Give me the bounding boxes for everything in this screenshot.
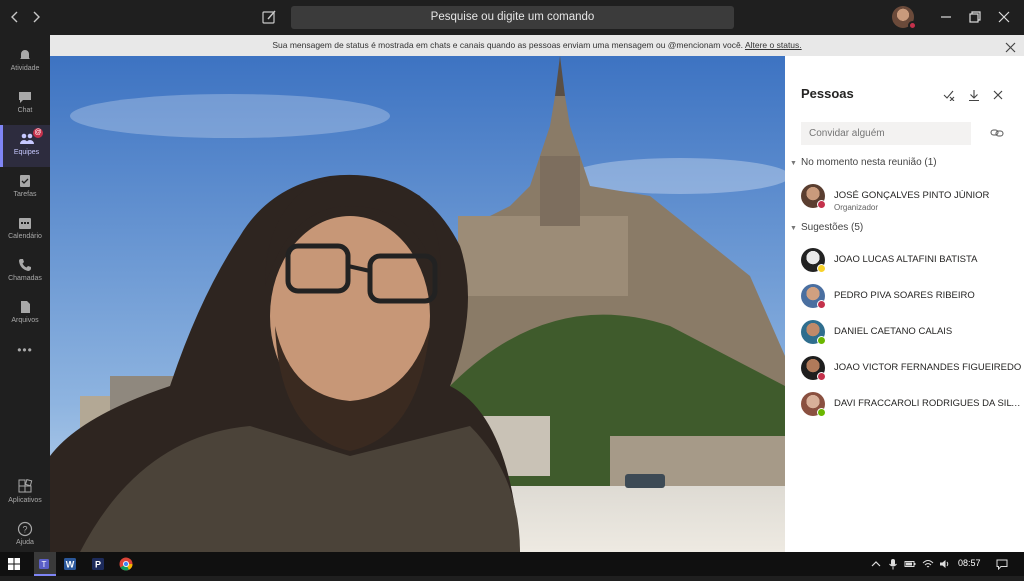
tasks-icon bbox=[20, 175, 30, 187]
suggestions-section-header[interactable]: ▼ Sugestões (5) bbox=[790, 222, 863, 233]
apps-grid-icon bbox=[18, 479, 33, 493]
word-icon[interactable]: W bbox=[62, 556, 78, 572]
camera-background-image bbox=[50, 56, 785, 552]
participant-name: PEDRO PIVA SOARES RIBEIRO bbox=[834, 290, 975, 301]
chat-icon bbox=[19, 92, 31, 103]
busy-status-dot bbox=[817, 200, 826, 209]
notifications-icon[interactable] bbox=[996, 558, 1008, 571]
mention-badge: @ bbox=[33, 128, 43, 138]
participant-role: Organizador bbox=[834, 203, 879, 212]
taskbar-clock[interactable]: 08:57 bbox=[958, 558, 981, 568]
participant-name: JOSÉ GONÇALVES PINTO JÚNIOR bbox=[834, 190, 990, 201]
rail-label: Aplicativos bbox=[8, 497, 42, 504]
rail-label: Chat bbox=[17, 107, 33, 114]
close-panel-icon[interactable] bbox=[992, 88, 1004, 100]
back-arrow-icon[interactable] bbox=[6, 8, 24, 26]
bell-icon bbox=[20, 50, 30, 60]
os-taskbar: T W P 08:57 bbox=[0, 552, 1024, 576]
svg-text:T: T bbox=[42, 560, 47, 569]
participant-name: JOAO LUCAS ALTAFINI BATISTA bbox=[834, 254, 978, 265]
suggestion-row[interactable]: PEDRO PIVA SOARES RIBEIRO bbox=[801, 284, 1021, 312]
section-label: Sugestões (5) bbox=[801, 222, 864, 233]
new-chat-compose-icon[interactable] bbox=[260, 8, 278, 26]
people-panel: Pessoas ▼ No momento nesta reunião (1) JO… bbox=[785, 56, 1024, 552]
chevron-up-icon[interactable] bbox=[870, 558, 882, 570]
suggestion-row[interactable]: JOAO LUCAS ALTAFINI BATISTA bbox=[801, 248, 1021, 276]
svg-text:?: ? bbox=[22, 525, 27, 535]
rail-label: Ajuda bbox=[16, 539, 34, 546]
rail-label: Calendário bbox=[8, 233, 42, 240]
close-window-icon[interactable] bbox=[996, 9, 1012, 25]
rail-tasks[interactable]: Tarefas bbox=[0, 167, 50, 209]
share-invite-link-icon[interactable] bbox=[990, 126, 1004, 140]
participant-name: DAVI FRACCAROLI RODRIGUES DA SILVA bbox=[834, 398, 1022, 409]
chevron-down-icon: ▼ bbox=[790, 160, 797, 167]
mute-all-icon[interactable] bbox=[943, 88, 955, 102]
more-apps-ellipsis[interactable]: ••• bbox=[0, 335, 50, 377]
in-meeting-section-header[interactable]: ▼ No momento nesta reunião (1) bbox=[790, 157, 937, 168]
calendar-icon bbox=[19, 218, 31, 229]
restore-icon[interactable] bbox=[967, 9, 983, 25]
busy-status-dot bbox=[908, 21, 917, 30]
video-feed bbox=[50, 56, 785, 552]
rail-calendar[interactable]: Calendário bbox=[0, 209, 50, 251]
busy-status-dot bbox=[817, 372, 826, 381]
app-bar: Atividade Chat @ Equipes Tarefas Calendá… bbox=[0, 35, 50, 552]
rail-help[interactable]: ? Ajuda bbox=[0, 515, 50, 557]
panel-title: Pessoas bbox=[801, 86, 854, 101]
invite-someone-input[interactable] bbox=[801, 122, 971, 145]
rail-chat[interactable]: Chat bbox=[0, 83, 50, 125]
svg-text:W: W bbox=[66, 560, 75, 570]
participant-name: JOAO VICTOR FERNANDES FIGUEIREDO bbox=[834, 362, 1022, 373]
files-icon bbox=[21, 301, 30, 313]
search-command-box[interactable]: Pesquise ou digite um comando bbox=[291, 6, 734, 29]
windows-start-icon[interactable] bbox=[6, 556, 22, 572]
rail-label: Chamadas bbox=[8, 275, 42, 282]
help-question-icon: ? bbox=[17, 521, 33, 537]
rail-label: Atividade bbox=[10, 65, 40, 72]
volume-icon[interactable] bbox=[939, 558, 951, 570]
change-status-link[interactable]: Altere o status. bbox=[745, 40, 802, 50]
wifi-icon[interactable] bbox=[922, 558, 934, 570]
away-status-dot bbox=[817, 264, 826, 273]
rail-calls[interactable]: Chamadas bbox=[0, 251, 50, 293]
microphone-icon[interactable] bbox=[887, 558, 899, 570]
teams-taskbar-icon[interactable]: T bbox=[34, 552, 56, 576]
rail-label: Tarefas bbox=[13, 191, 37, 198]
rail-teams[interactable]: @ Equipes bbox=[0, 125, 50, 167]
rail-label: Arquivos bbox=[11, 317, 39, 324]
profile-avatar[interactable] bbox=[892, 6, 917, 30]
suggestion-row[interactable]: DANIEL CAETANO CALAIS bbox=[801, 320, 1021, 348]
minimize-icon[interactable] bbox=[938, 9, 954, 25]
busy-status-dot bbox=[817, 300, 826, 309]
close-icon[interactable] bbox=[1005, 40, 1016, 53]
available-status-dot bbox=[817, 408, 826, 417]
suggestion-row[interactable]: JOAO VICTOR FERNANDES FIGUEIREDO bbox=[801, 356, 1021, 384]
phone-icon bbox=[19, 259, 31, 271]
app-p-icon[interactable]: P bbox=[90, 556, 106, 572]
rail-activity[interactable]: Atividade bbox=[0, 41, 50, 83]
participant-row[interactable]: JOSÉ GONÇALVES PINTO JÚNIOR Organizador bbox=[801, 184, 1021, 212]
rail-label: Equipes bbox=[13, 149, 40, 156]
title-bar: Pesquise ou digite um comando bbox=[0, 0, 1024, 35]
battery-icon[interactable] bbox=[904, 558, 916, 570]
status-info-banner: Sua mensagem de status é mostrada em cha… bbox=[50, 35, 1024, 56]
forward-arrow-icon[interactable] bbox=[27, 8, 45, 26]
rail-files[interactable]: Arquivos bbox=[0, 293, 50, 335]
banner-text: Sua mensagem de status é mostrada em cha… bbox=[272, 40, 744, 50]
svg-text:P: P bbox=[95, 560, 101, 570]
participant-name: DANIEL CAETANO CALAIS bbox=[834, 326, 953, 337]
section-label: No momento nesta reunião (1) bbox=[801, 157, 937, 168]
chevron-down-icon: ▼ bbox=[790, 225, 797, 232]
suggestion-row[interactable]: DAVI FRACCAROLI RODRIGUES DA SILVA bbox=[801, 392, 1022, 420]
download-attendance-icon[interactable] bbox=[968, 88, 980, 102]
available-status-dot bbox=[817, 336, 826, 345]
chrome-icon[interactable] bbox=[118, 556, 134, 572]
rail-apps[interactable]: Aplicativos bbox=[0, 473, 50, 515]
